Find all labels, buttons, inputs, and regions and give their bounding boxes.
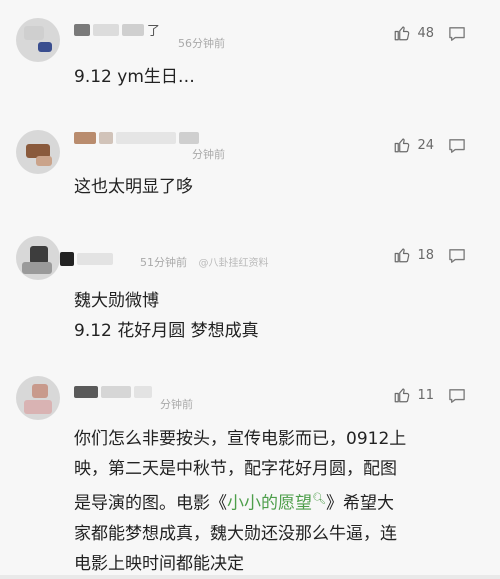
like-count: 18 xyxy=(417,247,434,263)
thumbs-up-icon xyxy=(395,138,410,153)
avatar[interactable] xyxy=(16,376,60,420)
comment-text: 你们怎么非要按头，宣传电影而已，0912上 映，第二天是中秋节，配字花好月圆，配… xyxy=(74,424,482,579)
comment-line: 9.12 ym生日… xyxy=(74,67,195,87)
thumbs-up-icon xyxy=(395,248,410,263)
comment-line: 是导演的图。电影《小小的愿望🔍︎》希望大 xyxy=(74,484,482,519)
username[interactable] xyxy=(60,252,113,266)
comment-line: 这也太明显了哆 xyxy=(74,177,193,197)
search-icon[interactable]: 🔍︎ xyxy=(312,484,326,514)
avatar[interactable] xyxy=(16,18,60,62)
like-button[interactable]: 11 xyxy=(393,386,434,404)
comment-item: 分钟前 11 你们怎么非要按头，宣传电影而已，0912上 映，第二天是中秋节，配… xyxy=(0,362,500,575)
thumbs-up-icon xyxy=(395,26,410,41)
username[interactable] xyxy=(74,132,199,144)
comment-text: 这也太明显了哆 xyxy=(74,172,482,202)
comment-line: 魏大勋微博 xyxy=(74,291,159,311)
comment-bubble-icon[interactable] xyxy=(448,388,466,404)
comment-time: 51分钟前 @八卦挂红资料 xyxy=(140,254,269,270)
comment-item: 了 56分钟前 48 9.12 ym生日… xyxy=(0,0,500,115)
comment-time-text: 51分钟前 xyxy=(140,256,187,269)
thumbs-up-icon xyxy=(395,388,410,403)
username[interactable] xyxy=(74,386,152,398)
comment-line: 你们怎么非要按头，宣传电影而已，0912上 xyxy=(74,429,407,449)
like-button[interactable]: 24 xyxy=(393,136,434,154)
comment-time: 分钟前 xyxy=(192,148,225,161)
like-button[interactable]: 48 xyxy=(393,24,434,42)
comment-text-segment: 》希望大 xyxy=(325,493,394,514)
like-count: 24 xyxy=(417,137,434,153)
comment-line: 电影上映时间都能决定 xyxy=(74,553,244,574)
like-count: 48 xyxy=(417,25,434,41)
comment-text-segment: 是导演的图。电影《 xyxy=(74,493,227,514)
comment-bubble-icon[interactable] xyxy=(448,26,466,42)
comment-list: 了 56分钟前 48 9.12 ym生日… 分钟前 24 这也太明显了哆 51分… xyxy=(0,0,500,575)
username[interactable]: 了 xyxy=(74,20,161,39)
like-count: 11 xyxy=(417,387,434,403)
comment-item: 51分钟前 @八卦挂红资料 18 魏大勋微博 9.12 花好月圆 梦想成真 xyxy=(0,222,500,363)
avatar[interactable] xyxy=(16,236,60,280)
like-button[interactable]: 18 xyxy=(393,246,434,264)
comment-line: 9.12 花好月圆 梦想成真 xyxy=(74,321,259,341)
watermark: @八卦挂红资料 xyxy=(198,258,269,269)
comment-line: 家都能梦想成真，魏大勋还没那么牛逼，连 xyxy=(74,523,397,544)
comment-line: 映，第二天是中秋节，配字花好月圆，配图 xyxy=(74,459,397,479)
comment-text: 魏大勋微博 9.12 花好月圆 梦想成真 xyxy=(74,286,482,346)
comment-text: 9.12 ym生日… xyxy=(74,62,482,92)
avatar[interactable] xyxy=(16,130,60,174)
comment-bubble-icon[interactable] xyxy=(448,138,466,154)
movie-link[interactable]: 小小的愿望 xyxy=(227,494,312,514)
comment-time: 分钟前 xyxy=(160,398,193,411)
username-visible-char: 了 xyxy=(147,24,161,39)
comment-item: 分钟前 24 这也太明显了哆 xyxy=(0,114,500,223)
comment-time: 56分钟前 xyxy=(178,37,225,50)
comment-bubble-icon[interactable] xyxy=(448,248,466,264)
